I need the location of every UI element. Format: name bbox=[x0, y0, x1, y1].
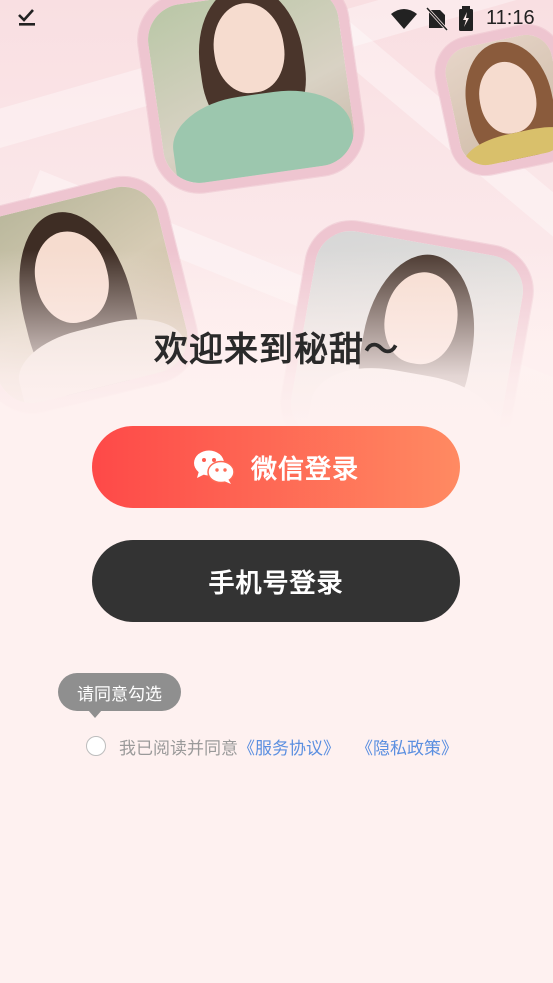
agree-tooltip-text: 请同意勾选 bbox=[77, 684, 162, 705]
agree-tooltip: 请同意勾选 bbox=[58, 673, 181, 718]
agreement-row: 我已阅读并同意 《服务协议》 《隐私政策》 bbox=[86, 733, 458, 759]
privacy-policy-link[interactable]: 《隐私政策》 bbox=[356, 734, 458, 759]
status-bar: 11:16 bbox=[0, 0, 553, 38]
service-agreement-link[interactable]: 《服务协议》 bbox=[238, 734, 340, 759]
agreement-prefix: 我已阅读并同意 bbox=[119, 738, 238, 759]
portrait-photo-smiling bbox=[428, 18, 553, 182]
wechat-login-label: 微信登录 bbox=[250, 454, 359, 485]
download-done-icon bbox=[16, 6, 38, 34]
welcome-title: 欢迎来到秘甜～ bbox=[154, 330, 399, 370]
status-time: 11:16 bbox=[486, 7, 535, 29]
battery-charging-icon bbox=[458, 6, 474, 36]
no-sim-icon bbox=[425, 6, 449, 35]
wechat-login-button[interactable]: 微信登录 bbox=[92, 426, 460, 508]
wifi-icon bbox=[390, 8, 418, 34]
phone-login-button[interactable]: 手机号登录 bbox=[92, 540, 460, 622]
agreement-checkbox[interactable] bbox=[86, 736, 106, 756]
phone-login-label: 手机号登录 bbox=[208, 568, 344, 599]
wechat-icon bbox=[193, 450, 235, 484]
